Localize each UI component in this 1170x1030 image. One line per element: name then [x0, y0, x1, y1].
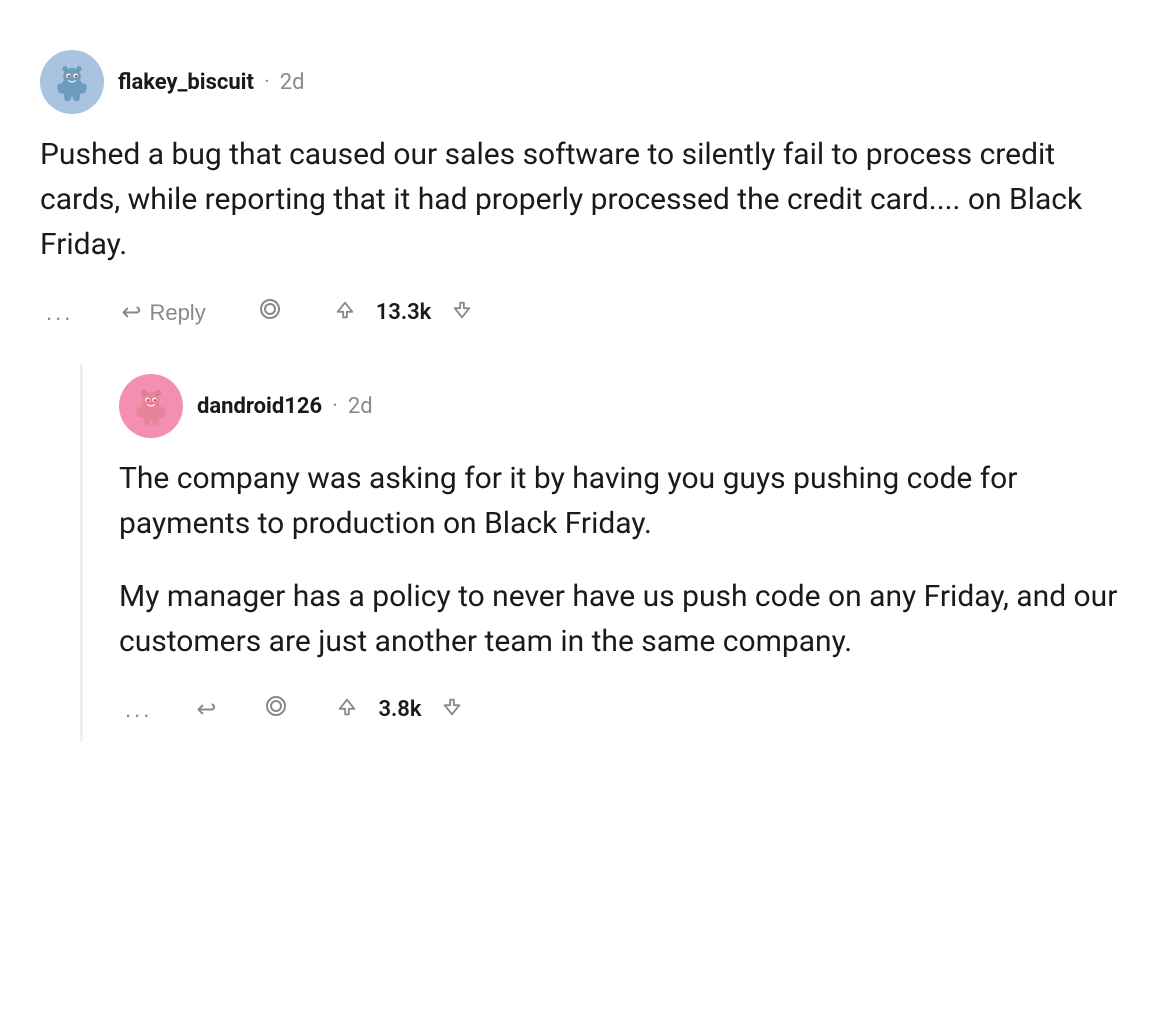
post-username[interactable]: flakey_biscuit	[118, 70, 254, 95]
post-header: flakey_biscuit · 2d	[40, 50, 1130, 114]
vote-count: 13.3k	[376, 300, 432, 325]
comment-timestamp: 2d	[348, 394, 373, 419]
comment-content: The company was asking for it by having …	[119, 456, 1130, 664]
post-content: Pushed a bug that caused our sales softw…	[40, 132, 1130, 267]
comment-upvote-icon	[336, 696, 358, 724]
reply-icon: ↩	[121, 298, 141, 327]
comment-reply-button[interactable]: ↩	[186, 689, 226, 730]
comment-more-options-button[interactable]: ...	[119, 691, 158, 729]
downvote-icon	[451, 299, 473, 327]
comment-header: dandroid126 · 2d	[119, 374, 1130, 438]
comment-actions: ... ↩	[119, 688, 1130, 731]
reply-button[interactable]: ↩ Reply	[111, 292, 215, 333]
post-container: flakey_biscuit · 2d Pushed a bug that ca…	[40, 30, 1130, 761]
post-meta: flakey_biscuit · 2d	[118, 70, 304, 95]
comment-downvote-icon	[441, 696, 463, 724]
more-options-button[interactable]: ...	[40, 294, 79, 332]
comment-award-button[interactable]	[254, 688, 298, 731]
user-avatar-icon	[50, 60, 94, 104]
comment-meta-separator: ·	[332, 394, 338, 419]
comment-username[interactable]: dandroid126	[197, 394, 322, 419]
comment-vote-group: 3.8k	[326, 690, 473, 730]
upvote-icon	[334, 299, 356, 327]
comment-meta: dandroid126 · 2d	[197, 394, 373, 419]
comment-container: dandroid126 · 2d The company was asking …	[119, 364, 1130, 741]
comment-award-icon	[264, 694, 288, 725]
post-actions: ... ↩ Reply 13.3k	[40, 291, 1130, 334]
comment-avatar-icon	[129, 384, 173, 428]
avatar	[40, 50, 104, 114]
post-timestamp: 2d	[280, 70, 305, 95]
downvote-button[interactable]	[441, 293, 483, 333]
vote-group: 13.3k	[324, 293, 484, 333]
comment-downvote-button[interactable]	[431, 690, 473, 730]
comment-upvote-button[interactable]	[326, 690, 368, 730]
upvote-button[interactable]	[324, 293, 366, 333]
award-icon	[258, 297, 282, 328]
comment-avatar	[119, 374, 183, 438]
comment-paragraph-1: The company was asking for it by having …	[119, 456, 1130, 546]
comments-section: dandroid126 · 2d The company was asking …	[80, 364, 1130, 741]
comment-paragraph-2: My manager has a policy to never have us…	[119, 574, 1130, 664]
reply-label: Reply	[149, 300, 205, 326]
comment-reply-icon: ↩	[196, 695, 216, 724]
meta-separator: ·	[264, 70, 270, 95]
award-button[interactable]	[248, 291, 292, 334]
comment-vote-count: 3.8k	[378, 697, 421, 722]
